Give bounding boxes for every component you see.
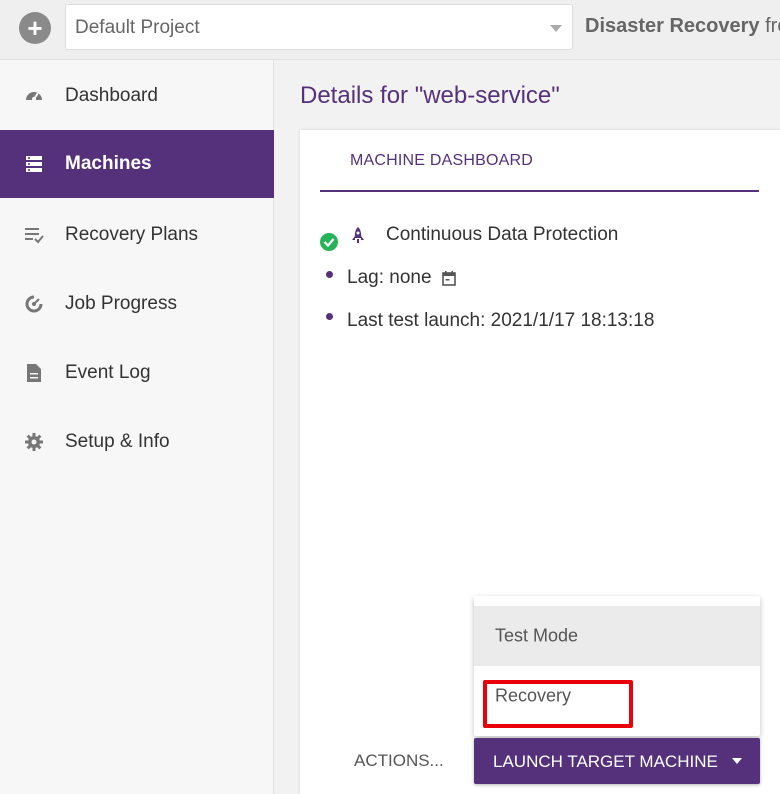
gear-icon [24,432,44,452]
page-title: Details for "web-service" [300,82,560,109]
sidebar-item-label: Dashboard [65,85,158,106]
sidebar-item-label: Job Progress [65,293,177,314]
sidebar-item-label: Recovery Plans [65,224,199,245]
check-circle-icon [320,233,338,251]
project-select-value: Default Project [75,17,200,38]
sidebar-item-recovery-plans[interactable]: Recovery Plans [0,201,274,269]
launch-menu: Test Mode Recovery [474,596,760,736]
chevron-down-icon [550,25,562,32]
checklist-icon [24,225,44,245]
sidebar-item-dashboard[interactable]: Dashboard [0,62,274,130]
menu-item-test-mode[interactable]: Test Mode [474,606,760,666]
menu-item-label: Recovery [495,685,572,706]
rocket-icon [350,226,366,251]
document-icon [24,363,44,383]
bullet [326,313,333,320]
launch-button-label: LAUNCH TARGET MACHINE [493,752,718,771]
top-bar: + Default Project Disaster Recovery from [0,0,780,60]
last-test-launch: Last test launch: 2021/1/17 18:13:18 [347,310,655,331]
menu-item-label: Test Mode [495,625,579,646]
app-title-rest: from [765,15,780,37]
gauge-icon [24,86,44,106]
bullet [326,271,333,278]
calendar-icon[interactable] [441,270,456,286]
progress-icon [24,294,44,314]
protection-status: Continuous Data Protection [386,224,619,245]
sidebar-item-event-log[interactable]: Event Log [0,339,274,407]
sidebar-item-machines[interactable]: Machines [0,130,274,198]
actions-label: ACTIONS... [354,751,444,770]
sidebar-item-label: Setup & Info [65,431,170,452]
project-select[interactable]: Default Project [65,4,573,50]
app-title: Disaster Recovery from [585,15,780,38]
add-project-button[interactable]: + [19,12,51,44]
caret-down-icon [732,758,742,764]
tab-label: MACHINE DASHBOARD [350,152,533,169]
sidebar-item-job-progress[interactable]: Job Progress [0,270,274,338]
sidebar-item-label: Machines [65,153,152,174]
lag-status: Lag: none [347,267,456,289]
lag-text: Lag: none [347,267,432,288]
sidebar-item-setup-info[interactable]: Setup & Info [0,408,274,476]
app-title-bold: Disaster Recovery [585,15,760,37]
launch-target-machine-button[interactable]: LAUNCH TARGET MACHINE [474,738,760,784]
sidebar: Dashboard Machines Recovery Plans Job Pr… [0,60,274,794]
plus-icon: + [27,13,43,43]
server-icon [24,154,44,174]
sidebar-item-label: Event Log [65,362,151,383]
menu-item-recovery[interactable]: Recovery [474,666,760,726]
tab-machine-dashboard[interactable]: MACHINE DASHBOARD [320,130,759,192]
